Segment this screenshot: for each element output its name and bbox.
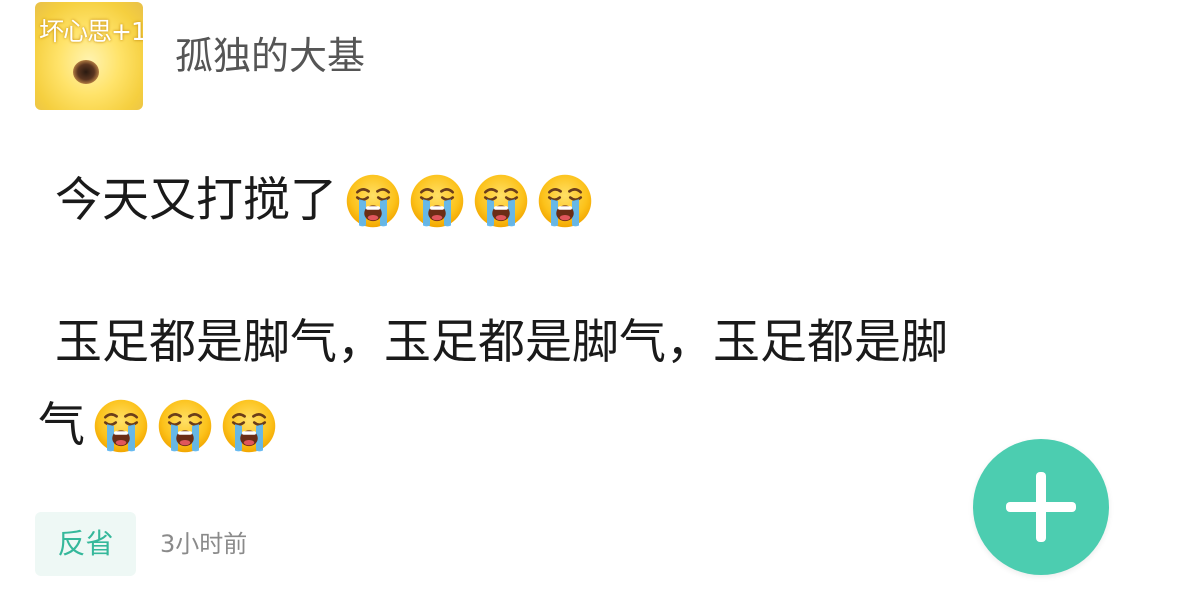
emoji-row-1 (337, 174, 593, 234)
timestamp: 3小时前 (160, 530, 248, 558)
post-line-3-text: 气 (38, 398, 85, 453)
topic-tag[interactable]: 反省 (35, 512, 136, 576)
post-line-3: 气 (38, 397, 277, 458)
post-line-2: 玉足都是脚气，玉足都是脚气，玉足都是脚 (55, 315, 948, 370)
avatar-eye-left (73, 60, 99, 84)
loudly-crying-face-icon (409, 173, 465, 229)
plus-icon-vertical (1036, 472, 1046, 542)
post-line-1: 今天又打搅了 (55, 172, 593, 233)
add-button[interactable] (973, 439, 1109, 575)
avatar[interactable]: 坏心思+1 (35, 2, 143, 110)
loudly-crying-face-icon (93, 398, 149, 454)
loudly-crying-face-icon (221, 398, 277, 454)
loudly-crying-face-icon (157, 398, 213, 454)
avatar-caption: 坏心思+1 (39, 17, 143, 46)
loudly-crying-face-icon (345, 173, 401, 229)
loudly-crying-face-icon (473, 173, 529, 229)
username[interactable]: 孤独的大基 (175, 32, 365, 80)
post-card: 坏心思+1 孤独的大基 今天又打搅了 玉足都是脚气，玉足都是脚气，玉足都是脚 气… (0, 0, 1179, 605)
post-line-1-text: 今天又打搅了 (55, 173, 337, 228)
emoji-row-2 (85, 399, 277, 459)
loudly-crying-face-icon (537, 173, 593, 229)
